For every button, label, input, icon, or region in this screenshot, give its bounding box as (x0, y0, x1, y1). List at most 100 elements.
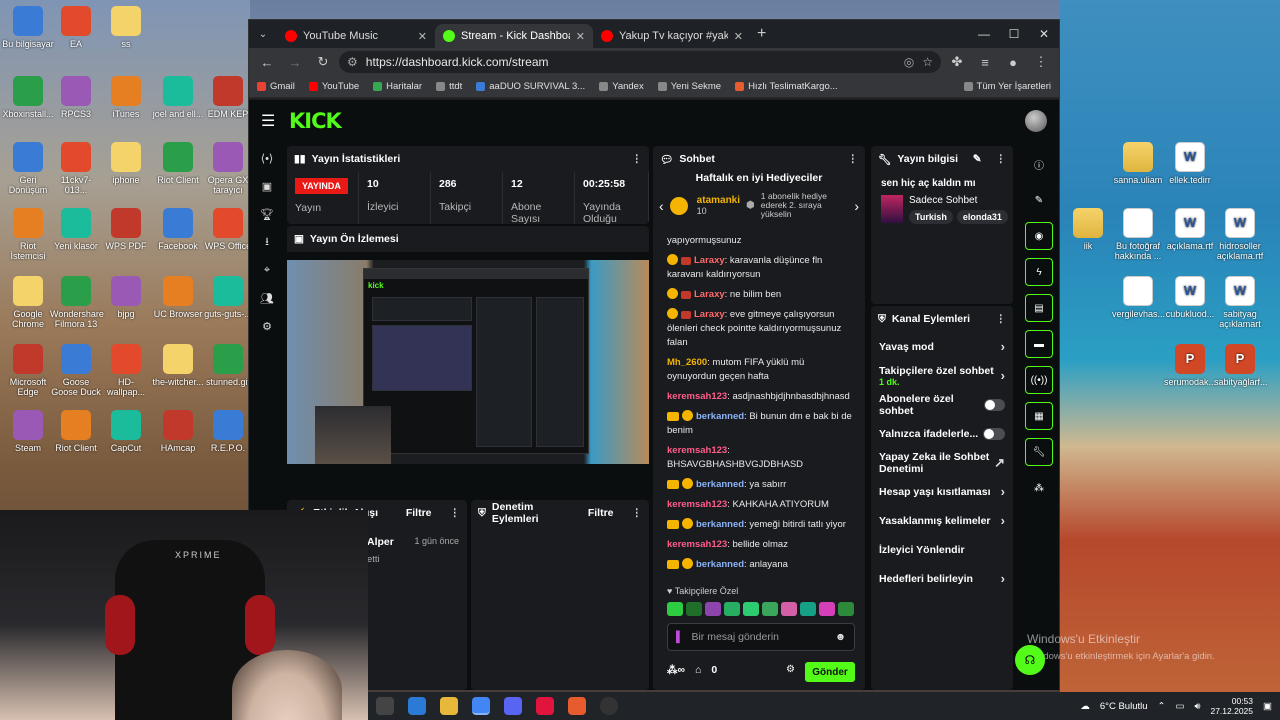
target-icon[interactable]: ⌖ (259, 262, 275, 278)
desktop-icon[interactable]: ss (100, 6, 152, 49)
stream-tag[interactable]: elonda31 (956, 210, 1008, 224)
volume-icon[interactable]: 🔊︎ (1194, 701, 1200, 712)
desktop-icon[interactable]: iTunes (100, 76, 152, 119)
chat-username[interactable]: Laraxy (694, 309, 725, 320)
desktop-icon[interactable]: Riot Client (152, 142, 204, 185)
desktop-icon[interactable]: WPS Office (202, 208, 254, 251)
emote-icon[interactable] (800, 602, 816, 616)
desktop-icon[interactable]: iik (1062, 208, 1114, 251)
dashboard-icon[interactable]: ▣ (259, 178, 275, 194)
channel-action-row[interactable]: Yasaklanmış kelimeler › (871, 506, 1013, 535)
bookmark[interactable]: YouTube (308, 81, 359, 92)
mail-icon[interactable] (408, 697, 426, 715)
notification-icon[interactable]: ▣ (1263, 701, 1272, 712)
tab-search-icon[interactable]: ⌄ (253, 24, 273, 44)
desktop-icon[interactable]: Psabityağlarf... (1214, 344, 1268, 387)
moderation-filter-button[interactable]: Filtre (588, 507, 614, 519)
maximize-icon[interactable]: ☐ (999, 20, 1029, 48)
stream-preview[interactable]: kick (287, 260, 649, 464)
emote-icon[interactable] (762, 602, 778, 616)
desktop-icon[interactable]: Wellek.tedirr (1164, 142, 1216, 185)
chrome-profile-icon[interactable] (568, 697, 586, 715)
layout-icon[interactable]: ▦ (1025, 402, 1053, 430)
chevron-right-icon[interactable]: › (854, 198, 859, 214)
desktop-icon[interactable]: 11ckv7-013... (50, 142, 102, 195)
support-chat-icon[interactable]: ☊ (1015, 645, 1045, 675)
desktop-icon[interactable]: vergilevhas... (1112, 276, 1165, 319)
emote-icon[interactable] (724, 602, 740, 616)
extensions-icon[interactable]: ✤ (945, 50, 969, 74)
clock[interactable]: 00:53 27.12.2025 (1210, 696, 1253, 716)
chat-input[interactable]: ▌ Bir mesaj gönderin ☻ (667, 623, 855, 651)
clipboard-icon[interactable]: ▤ (1025, 294, 1053, 322)
chevron-right-icon[interactable]: › (1001, 571, 1005, 586)
kick-logo[interactable]: KICK (289, 109, 342, 133)
tab-0[interactable]: YouTube Music ✕ (277, 24, 435, 48)
toggle-switch[interactable] (984, 398, 1005, 411)
desktop-icon[interactable]: CapCut (100, 410, 152, 453)
chevron-right-icon[interactable]: › (1001, 513, 1005, 528)
avatar[interactable] (1025, 110, 1047, 132)
menu-icon[interactable]: ⋮ (1029, 50, 1053, 74)
category-name[interactable]: Sadece Sohbet (909, 195, 1008, 206)
network-icon[interactable]: ▭ (1175, 701, 1184, 712)
desktop-icon[interactable]: joel and ell... (152, 76, 204, 119)
desktop-icon[interactable]: EA (50, 6, 102, 49)
chat-username[interactable]: keremsah123 (667, 445, 727, 456)
back-icon[interactable]: ← (255, 50, 279, 74)
pencil-icon[interactable]: ✎ (1025, 186, 1053, 214)
desktop-icon[interactable]: Yeni klasör (50, 208, 102, 251)
media-icon[interactable]: ≡ (973, 50, 997, 74)
desktop-icon[interactable]: Pserumodak... (1164, 344, 1216, 387)
channel-action-row[interactable]: Takipçilere özel sohbet 1 dk. › (871, 361, 1013, 390)
gifter-name[interactable]: atamanki (697, 195, 740, 206)
channel-action-row[interactable]: Abonelere özel sohbet (871, 390, 1013, 419)
reload-icon[interactable]: ↻ (311, 50, 335, 74)
bookmark-star-icon[interactable]: ☆ (922, 55, 933, 69)
chevron-right-icon[interactable]: › (1001, 339, 1005, 354)
trophy-icon[interactable]: 🏆︎ (259, 206, 275, 222)
channel-action-row[interactable]: Hesap yaşı kısıtlaması › (871, 477, 1013, 506)
chevron-up-icon[interactable]: ⌃ (1158, 701, 1166, 712)
tab-close-icon[interactable]: ✕ (734, 30, 743, 43)
chat-username[interactable]: Laraxy (694, 255, 725, 266)
desktop-icon[interactable]: iphone (100, 142, 152, 185)
desktop-icon[interactable]: HD-wallpap... (100, 344, 152, 397)
download-icon[interactable]: ⭳ (259, 234, 275, 250)
emote-icon[interactable] (705, 602, 721, 616)
desktop-icon[interactable]: EDM KEP (202, 76, 254, 119)
close-icon[interactable]: ✕ (1029, 20, 1059, 48)
desktop-icon[interactable]: WPS PDF (100, 208, 152, 251)
bookmark[interactable]: Haritalar (373, 81, 422, 92)
desktop-icon[interactable]: Whidrosoller açıklama.rtf (1214, 208, 1266, 261)
tab-close-icon[interactable]: ✕ (418, 30, 427, 43)
store-icon[interactable]: ⌂ (695, 664, 701, 676)
desktop-icon[interactable]: Wcubukluod... (1164, 276, 1216, 319)
obs-icon[interactable] (600, 697, 618, 715)
desktop-icon[interactable]: sanna.uliam (1112, 142, 1164, 185)
emote-icon[interactable] (838, 602, 854, 616)
bookmark[interactable]: Hızlı TeslimatKargo... (735, 81, 838, 92)
desktop-icon[interactable]: Bu fotoğraf hakkında ... (1112, 208, 1164, 261)
all-bookmarks[interactable]: Tüm Yer İşaretleri (963, 81, 1051, 92)
info-icon[interactable]: ⓘ (1025, 150, 1053, 178)
chat-username[interactable]: Laraxy (694, 289, 725, 300)
channel-action-row[interactable]: İzleyici Yönlendir (871, 535, 1013, 564)
emote-icon[interactable] (781, 602, 797, 616)
mic-icon[interactable]: ▌ (676, 631, 683, 643)
desktop-icon[interactable]: Facebook (152, 208, 204, 251)
address-bar[interactable]: ⚙ https://dashboard.kick.com/stream ◎ ☆ (339, 51, 941, 73)
stream-icon[interactable]: ⟨•⟩ (259, 150, 275, 166)
chevron-right-icon[interactable]: › (1001, 484, 1005, 499)
taskbar-app-icon[interactable] (376, 697, 394, 715)
desktop-icon[interactable]: Steam (2, 410, 54, 453)
site-info-icon[interactable]: ⚙ (347, 55, 358, 69)
emote-icon[interactable] (819, 602, 835, 616)
desktop-icon[interactable]: RPCS3 (50, 76, 102, 119)
more-icon[interactable]: ⋮ (632, 507, 643, 519)
camera-icon[interactable]: ◉ (1025, 222, 1053, 250)
bookmark[interactable]: Yeni Sekme (657, 81, 721, 92)
desktop-icon[interactable]: guts-guts-... (202, 276, 254, 319)
send-button[interactable]: Gönder (805, 662, 855, 682)
forward-icon[interactable]: → (283, 50, 307, 74)
